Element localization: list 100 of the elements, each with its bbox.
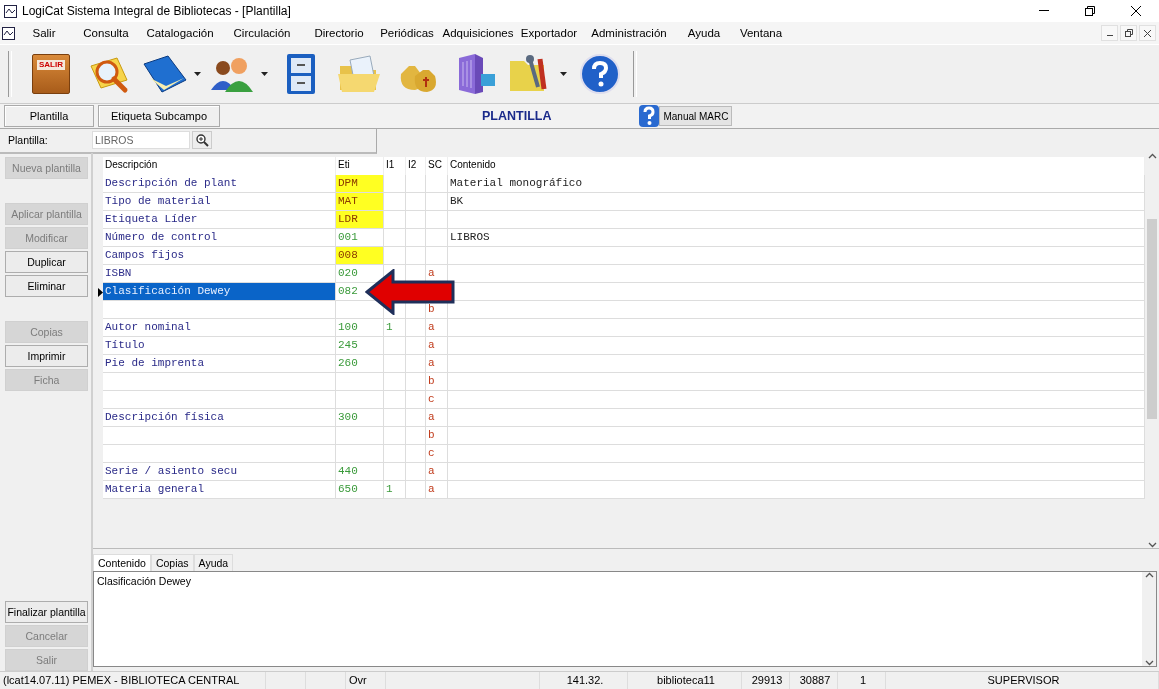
menu-item[interactable]: Exportador bbox=[517, 27, 581, 39]
status-text: SUPERVISOR bbox=[886, 672, 1159, 689]
table-cell: a bbox=[426, 319, 448, 337]
manual-button[interactable]: Manual MARC bbox=[659, 106, 733, 126]
scroll-up-icon[interactable] bbox=[1147, 153, 1157, 159]
document-icon[interactable] bbox=[2, 26, 15, 40]
table-cell: 650 bbox=[336, 481, 384, 499]
table-cell: c bbox=[426, 391, 448, 409]
menu-item[interactable]: Consulta bbox=[73, 27, 139, 39]
table-cell: Materia general bbox=[103, 481, 336, 499]
table-cell: a bbox=[426, 355, 448, 373]
table-cell: LIBROS bbox=[448, 229, 1145, 247]
table-cell: 440 bbox=[336, 463, 384, 481]
column-header[interactable]: Descripción bbox=[103, 157, 336, 175]
table-cell bbox=[384, 445, 406, 463]
table-cell: Número de control bbox=[103, 229, 336, 247]
table-cell: a bbox=[426, 409, 448, 427]
menu-item[interactable]: Ayuda bbox=[677, 27, 731, 39]
column-header[interactable]: Contenido bbox=[448, 157, 1145, 175]
table-cell: 245 bbox=[336, 337, 384, 355]
sidebar-button[interactable]: Imprimir bbox=[5, 345, 88, 367]
table-cell: BK bbox=[448, 193, 1145, 211]
table-cell bbox=[406, 211, 426, 229]
menu-item[interactable]: Salir bbox=[15, 27, 73, 39]
table-cell bbox=[426, 175, 448, 193]
table-cell: Descripción física bbox=[103, 409, 336, 427]
column-header[interactable]: Eti bbox=[336, 157, 384, 175]
table-cell: 100 bbox=[336, 319, 384, 337]
table-cell bbox=[406, 175, 426, 193]
table-cell bbox=[406, 193, 426, 211]
status-text: Ovr bbox=[346, 672, 386, 689]
status-text: (lcat14.07.11) PEMEX - BIBLIOTECA CENTRAL bbox=[0, 672, 266, 689]
view-button[interactable]: Etiqueta Subcampo bbox=[98, 105, 220, 127]
table-cell: 020 bbox=[336, 265, 384, 283]
table-cell bbox=[384, 409, 406, 427]
table-cell: a bbox=[426, 463, 448, 481]
tab[interactable]: Copias bbox=[150, 554, 194, 571]
caret-icon bbox=[194, 72, 201, 76]
table-cell bbox=[406, 445, 426, 463]
column-header[interactable]: I2 bbox=[406, 157, 426, 175]
restore-icon[interactable] bbox=[1085, 6, 1095, 16]
table-cell bbox=[384, 463, 406, 481]
scroll-down-icon[interactable] bbox=[1147, 542, 1157, 548]
scroll-down-icon[interactable] bbox=[1144, 660, 1154, 666]
table-cell: MAT bbox=[336, 193, 384, 211]
close-button[interactable] bbox=[1139, 25, 1156, 41]
menu-item[interactable]: Directorio bbox=[303, 27, 375, 39]
help-icon bbox=[639, 105, 660, 127]
tab[interactable]: Contenido bbox=[93, 554, 151, 571]
table-cell bbox=[384, 175, 406, 193]
table-cell bbox=[384, 337, 406, 355]
minimize-icon[interactable] bbox=[1039, 10, 1049, 12]
table-cell bbox=[384, 355, 406, 373]
table-cell: ISBN bbox=[103, 265, 336, 283]
scroll-up-icon[interactable] bbox=[1144, 572, 1154, 578]
close-icon[interactable] bbox=[1131, 6, 1141, 16]
table-cell bbox=[336, 391, 384, 409]
restore-button[interactable] bbox=[1120, 25, 1137, 41]
menu-item[interactable]: Adquisiciones bbox=[439, 27, 517, 39]
table-cell: b bbox=[426, 373, 448, 391]
content-text-area[interactable]: Clasificación Dewey bbox=[93, 571, 1157, 667]
menu-item[interactable]: Administración bbox=[581, 27, 677, 39]
table-cell bbox=[426, 211, 448, 229]
window-title: LogiCat Sistema Integral de Bibliotecas - [Plantilla] bbox=[22, 4, 291, 18]
zoom-button[interactable] bbox=[192, 131, 212, 149]
table-cell: c bbox=[426, 445, 448, 463]
table-cell bbox=[426, 229, 448, 247]
sidebar-button[interactable]: Finalizar plantilla bbox=[5, 601, 88, 623]
table-cell: Autor nominal bbox=[103, 319, 336, 337]
menu-item[interactable]: Periódicas bbox=[375, 27, 439, 39]
sidebar-button[interactable]: Duplicar bbox=[5, 251, 88, 273]
table-cell bbox=[336, 445, 384, 463]
menu-item[interactable]: Circulación bbox=[221, 27, 303, 39]
table-cell bbox=[384, 373, 406, 391]
table-cell bbox=[406, 427, 426, 445]
column-header[interactable]: SC bbox=[426, 157, 448, 175]
status-text: 141.32. bbox=[540, 672, 628, 689]
table-cell bbox=[384, 193, 406, 211]
table-cell bbox=[384, 211, 406, 229]
table-cell bbox=[336, 427, 384, 445]
caret-icon bbox=[560, 72, 567, 76]
table-cell bbox=[406, 481, 426, 499]
table-cell: Material monográfico bbox=[448, 175, 1145, 193]
menu-item[interactable]: Ventana bbox=[731, 27, 791, 39]
scrollbar[interactable] bbox=[1145, 153, 1159, 548]
table-cell bbox=[336, 301, 384, 319]
column-header[interactable]: I1 bbox=[384, 157, 406, 175]
view-button[interactable]: Plantilla bbox=[4, 105, 94, 127]
table-cell: Clasificación Dewey bbox=[103, 283, 336, 301]
menu-item[interactable]: Catalogación bbox=[139, 27, 221, 39]
tab[interactable]: Ayuda bbox=[193, 554, 234, 571]
template-field[interactable]: LIBROS bbox=[92, 131, 190, 149]
table-cell: Título bbox=[103, 337, 336, 355]
sidebar-button[interactable]: Eliminar bbox=[5, 275, 88, 297]
close-icon bbox=[1144, 29, 1151, 37]
toolbar-button[interactable]: SALIR bbox=[26, 49, 76, 99]
table-cell: 008 bbox=[336, 247, 384, 265]
table-cell bbox=[426, 193, 448, 211]
table-cell: a bbox=[426, 337, 448, 355]
table-cell bbox=[406, 391, 426, 409]
